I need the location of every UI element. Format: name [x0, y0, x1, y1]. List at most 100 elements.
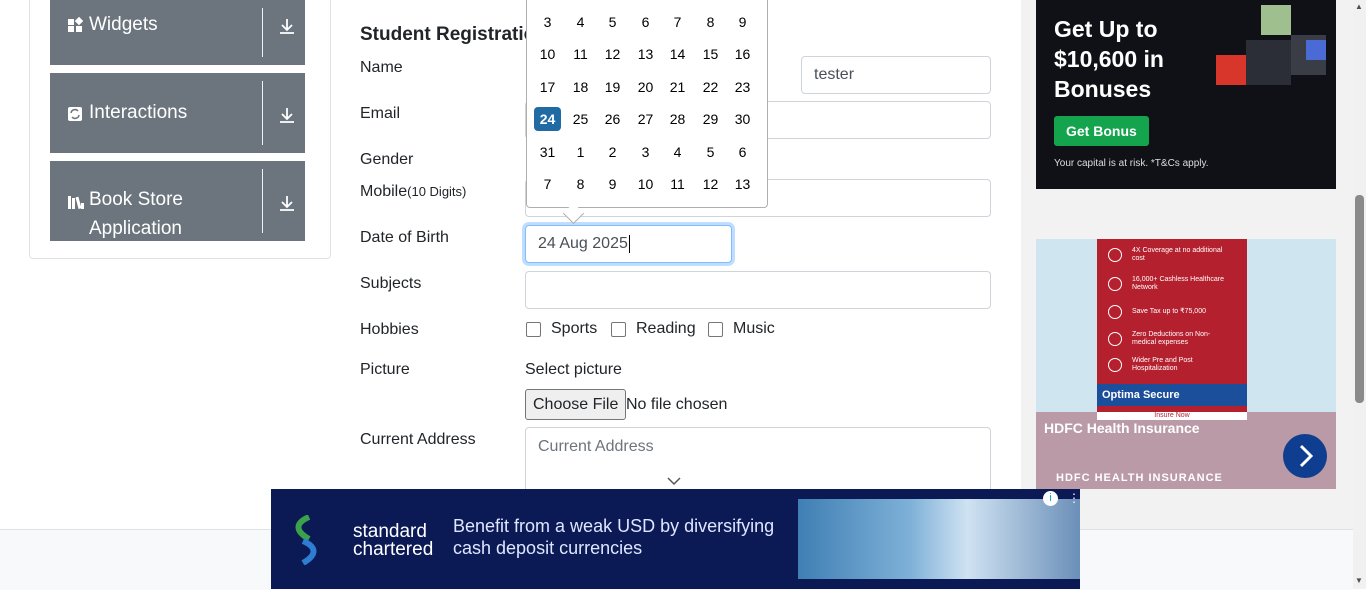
- sc-brand: standard chartered: [353, 521, 434, 560]
- chevron-down-icon[interactable]: [667, 476, 681, 486]
- datepicker-day[interactable]: 27: [632, 107, 659, 131]
- datepicker-day[interactable]: 18: [567, 75, 594, 99]
- sidebar-group-label: Widgets: [89, 14, 158, 35]
- bonus-ad[interactable]: Get Up to $10,600 in Bonuses Get Bonus Y…: [1036, 0, 1336, 189]
- sidebar-group-label: Interactions: [89, 102, 188, 123]
- ad-menu-icon[interactable]: ⋮: [1068, 491, 1080, 505]
- feature-icon: [1108, 305, 1122, 319]
- city-capitol-photo: [798, 499, 1080, 579]
- datepicker-day[interactable]: 12: [599, 42, 626, 66]
- datepicker-day[interactable]: 21: [664, 75, 691, 99]
- datepicker-day[interactable]: 14: [664, 42, 691, 66]
- choose-file-button[interactable]: Choose File: [525, 389, 627, 420]
- divider: [262, 169, 263, 233]
- hdfc-feature: 16,000+ Cashless Healthcare Network: [1108, 276, 1228, 292]
- page-scrollbar[interactable]: ▲ ▼: [1353, 0, 1366, 589]
- datepicker-day[interactable]: 5: [697, 140, 724, 164]
- hobby-sports-checkbox[interactable]: Sports: [526, 320, 597, 338]
- datepicker-day[interactable]: 3: [534, 10, 561, 34]
- hdfc-feature: Save Tax up to ₹75,000: [1108, 305, 1228, 319]
- sidebar-group-book-store[interactable]: Book Store Application: [50, 161, 305, 241]
- datepicker-day[interactable]: 16: [729, 42, 756, 66]
- current-address-textarea[interactable]: Current Address: [525, 427, 991, 497]
- no-file-text: No file chosen: [626, 396, 728, 413]
- datepicker-day[interactable]: 25: [567, 107, 594, 131]
- sidebar-group-interactions[interactable]: Interactions: [50, 73, 305, 153]
- get-bonus-button[interactable]: Get Bonus: [1054, 116, 1149, 146]
- scroll-down-arrow[interactable]: ▼: [1355, 576, 1363, 585]
- scrollbar-thumb[interactable]: [1355, 195, 1364, 403]
- datepicker-day[interactable]: 30: [729, 107, 756, 131]
- hdfc-brand-bar: Optima Secure: [1097, 384, 1247, 406]
- address-label: Current Address: [360, 431, 476, 448]
- datepicker-day[interactable]: 6: [729, 140, 756, 164]
- feature-text: Zero Deductions on Non-medical expenses: [1132, 331, 1211, 346]
- hdfc-title: HDFC Health Insurance: [1044, 420, 1200, 436]
- hobby-music-checkbox[interactable]: Music: [708, 320, 775, 338]
- hobby-label: Reading: [636, 320, 696, 337]
- datepicker-day[interactable]: 10: [632, 172, 659, 196]
- ad-info-icon[interactable]: i: [1043, 491, 1058, 506]
- download-icon[interactable]: [278, 194, 296, 212]
- feature-text: 4X Coverage at no additional cost: [1132, 247, 1223, 262]
- checkbox-box[interactable]: [708, 321, 723, 337]
- standard-chartered-ad[interactable]: standard chartered Benefit from a weak U…: [271, 489, 1080, 589]
- datepicker-day[interactable]: 12: [697, 172, 724, 196]
- datepicker-day[interactable]: 6: [632, 10, 659, 34]
- last-name-input[interactable]: tester: [801, 56, 991, 94]
- datepicker-day[interactable]: 23: [729, 75, 756, 99]
- datepicker-day[interactable]: 8: [697, 10, 724, 34]
- hdfc-feature: Zero Deductions on Non-medical expenses: [1108, 331, 1228, 347]
- subjects-label: Subjects: [360, 275, 422, 292]
- datepicker-day[interactable]: 19: [599, 75, 626, 99]
- checkbox-box[interactable]: [611, 321, 626, 337]
- hobby-reading-checkbox[interactable]: Reading: [611, 320, 696, 338]
- sidebar-group-label: Book Store: [89, 189, 183, 210]
- download-icon[interactable]: [278, 106, 296, 124]
- datepicker-day[interactable]: 31: [534, 140, 561, 164]
- datepicker-day[interactable]: 15: [697, 42, 724, 66]
- datepicker-day[interactable]: 26: [599, 107, 626, 131]
- feature-icon: [1108, 277, 1122, 291]
- scroll-up-arrow[interactable]: ▲: [1355, 2, 1363, 11]
- datepicker-day[interactable]: 2: [599, 140, 626, 164]
- datepicker-day[interactable]: 9: [599, 172, 626, 196]
- sc-message: Benefit from a weak USD by diversifying …: [453, 516, 775, 558]
- datepicker-day[interactable]: 24: [534, 107, 561, 131]
- checkbox-box[interactable]: [526, 321, 541, 337]
- datepicker-day[interactable]: 8: [567, 172, 594, 196]
- datepicker-day[interactable]: 1: [567, 140, 594, 164]
- datepicker-day[interactable]: 10: [534, 42, 561, 66]
- datepicker-day[interactable]: 4: [567, 10, 594, 34]
- datepicker-day[interactable]: 4: [664, 140, 691, 164]
- datepicker-day[interactable]: 11: [567, 42, 594, 66]
- gender-label: Gender: [360, 151, 414, 168]
- datepicker-day[interactable]: 3: [632, 140, 659, 164]
- hdfc-feature: Wider Pre and Post Hospitalization: [1108, 357, 1228, 373]
- download-icon[interactable]: [278, 17, 296, 35]
- ad-next-button[interactable]: [1283, 434, 1327, 478]
- mobile-label: Mobile(10 Digits): [360, 183, 466, 201]
- datepicker-day[interactable]: 13: [729, 172, 756, 196]
- datepicker-day[interactable]: 29: [697, 107, 724, 131]
- sidebar-group-widgets[interactable]: Widgets: [50, 0, 305, 65]
- dob-input[interactable]: 24 Aug 2025: [525, 225, 732, 263]
- bonus-headline: Get Up to $10,600 in Bonuses: [1054, 16, 1164, 102]
- hobbies-label: Hobbies: [360, 321, 419, 338]
- datepicker-day[interactable]: 5: [599, 10, 626, 34]
- datepicker-day[interactable]: 9: [729, 10, 756, 34]
- datepicker-day[interactable]: 7: [534, 172, 561, 196]
- hobby-label: Sports: [551, 320, 598, 337]
- subjects-input[interactable]: [525, 271, 991, 309]
- book-store-icon: [67, 194, 84, 210]
- datepicker-day[interactable]: 20: [632, 75, 659, 99]
- text-caret: [628, 235, 630, 253]
- hdfc-ad[interactable]: 4X Coverage at no additional cost 16,000…: [1036, 239, 1336, 489]
- datepicker-day[interactable]: 13: [632, 42, 659, 66]
- datepicker-day[interactable]: 7: [664, 10, 691, 34]
- datepicker-day[interactable]: 22: [697, 75, 724, 99]
- datepicker-day[interactable]: 28: [664, 107, 691, 131]
- datepicker-day[interactable]: 11: [664, 172, 691, 196]
- datepicker-day[interactable]: 17: [534, 75, 561, 99]
- feature-text: 16,000+ Cashless Healthcare Network: [1132, 276, 1225, 291]
